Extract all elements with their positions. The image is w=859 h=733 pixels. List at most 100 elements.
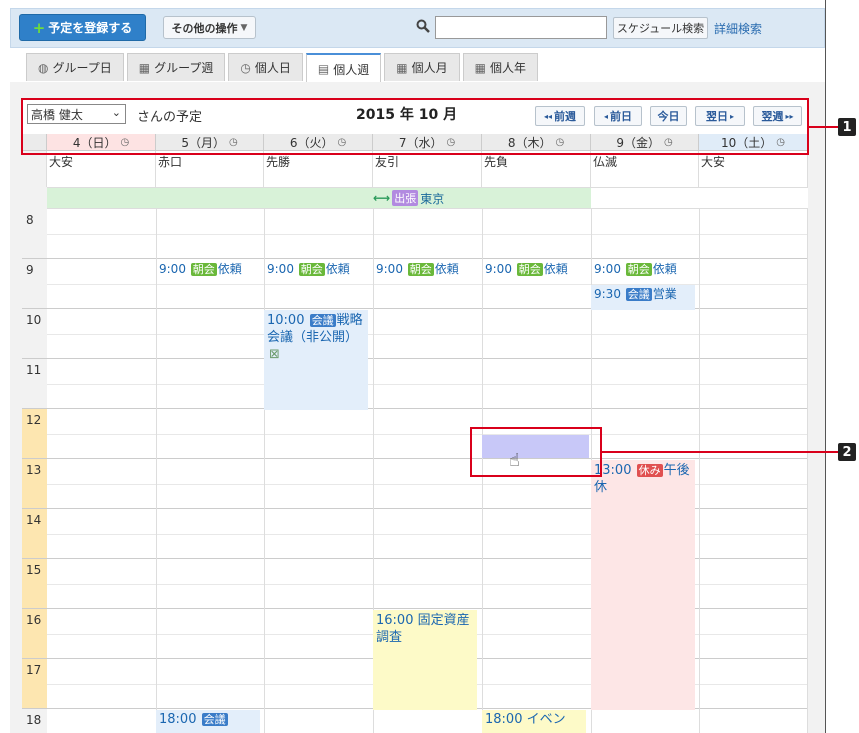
event-time: 9:00	[376, 262, 403, 276]
event-time: 18:00	[485, 712, 523, 727]
trip-tag: 出張	[392, 190, 419, 206]
day-column-line	[264, 209, 265, 733]
search-input[interactable]	[435, 16, 607, 39]
tab-personal-week[interactable]: ▤ 個人週	[305, 53, 382, 83]
tab-label: グループ週	[154, 61, 214, 75]
rokuyo-label: 先負	[482, 151, 591, 187]
event-time: 18:00	[159, 712, 197, 727]
event-text: イベン	[526, 712, 566, 727]
event-morning-meeting[interactable]: 9:00 朝会 依頼	[482, 260, 588, 277]
clock-icon: ◷	[240, 60, 251, 75]
hour-label: 8	[22, 209, 47, 259]
tab-personal-month[interactable]: ▦ 個人月	[384, 53, 460, 81]
half-hour-line	[47, 234, 808, 235]
event-sales-meeting[interactable]: 9:30 会議 営業	[591, 285, 695, 310]
callout-frame-1	[21, 98, 809, 155]
hour-label: 13	[22, 459, 47, 509]
week-grid: 4（日） ◷ 5（月） ◷ 6（火） ◷ 7（水） ◷ 8（木） ◷ 9（金） ◷ 10（土…	[22, 134, 808, 733]
event-morning-meeting[interactable]: 9:00 朝会 依頼	[156, 260, 262, 277]
tab-label: 個人月	[411, 61, 448, 75]
calendar-year-icon: ▦	[474, 60, 486, 75]
event-afternoon-off[interactable]: 13:00 休み 午後休	[591, 460, 695, 710]
tab-personal-day[interactable]: ◷ 個人日	[228, 53, 303, 81]
day-column-line	[807, 209, 808, 733]
day-column-line	[699, 209, 700, 733]
hour-label: 12	[22, 409, 47, 459]
personal-week-icon: ▤	[317, 62, 330, 76]
view-tabs: ◍ グループ日 ▦ グループ週 ◷ 個人日 ▤ 個人週 ▦ 個人月 ▦ 個人年	[26, 53, 541, 83]
hour-line	[47, 258, 808, 259]
event-time: 9:00	[159, 262, 186, 276]
event-tag: 会議	[309, 314, 336, 327]
schedule-search-button[interactable]: スケジュール検索	[613, 17, 708, 39]
rokuyo-label: 大安	[699, 151, 808, 187]
search-icon	[416, 19, 430, 33]
event-morning-meeting[interactable]: 9:00 朝会 依頼	[264, 260, 370, 277]
corner-cell	[22, 151, 47, 187]
private-icon: ⊠	[269, 347, 280, 362]
event-morning-meeting[interactable]: 9:00 朝会 依頼	[373, 260, 479, 277]
chevron-down-icon: ▼	[240, 22, 248, 33]
callout-badge-1: 1	[838, 118, 856, 136]
event-text: 依頼	[543, 262, 568, 276]
rokuyo-label: 友引	[373, 151, 482, 187]
callout-line-2	[602, 451, 838, 453]
tab-group-day[interactable]: ◍ グループ日	[26, 53, 124, 81]
trip-text: 東京	[420, 191, 445, 206]
event-time: 10:00	[267, 313, 305, 328]
event-tag: 朝会	[625, 263, 652, 276]
tab-label: 個人週	[333, 62, 370, 77]
double-arrow-icon: ⟷	[373, 191, 391, 205]
event-tag: 朝会	[407, 263, 434, 276]
other-ops-label: その他の操作	[171, 21, 238, 35]
rokuyo-label: 大安	[47, 151, 156, 187]
callout-badge-2: 2	[838, 443, 856, 461]
plus-icon: +	[32, 18, 46, 37]
hour-label: 10	[22, 309, 47, 359]
event-asset-survey[interactable]: 16:00 固定資産調査	[373, 610, 477, 710]
event-event[interactable]: 18:00 イベン	[482, 710, 586, 733]
event-text: 営業	[652, 287, 677, 301]
event-evening-meeting[interactable]: 18:00 会議	[156, 710, 260, 733]
event-tag: 朝会	[298, 263, 325, 276]
business-trip-event[interactable]: ⟷ 出張 東京	[47, 188, 591, 208]
event-time: 9:00	[267, 262, 294, 276]
event-tag: 休み	[636, 464, 663, 477]
event-tag: 会議	[625, 288, 652, 301]
hour-label: 18	[22, 709, 47, 733]
register-label: 予定を登録する	[48, 21, 133, 35]
tab-label: 個人日	[254, 61, 291, 75]
rokuyo-label: 赤口	[156, 151, 264, 187]
rokuyo-label: 仏滅	[591, 151, 699, 187]
half-hour-line	[47, 434, 808, 435]
callout-frame-2	[470, 427, 602, 477]
tab-personal-year[interactable]: ▦ 個人年	[462, 53, 538, 81]
other-operations-button[interactable]: その他の操作 ▼	[163, 16, 256, 39]
tab-label: 個人年	[489, 61, 526, 75]
event-text: 依頼	[652, 262, 677, 276]
event-tag: 朝会	[516, 263, 543, 276]
event-time: 9:00	[594, 262, 621, 276]
event-tag: 会議	[201, 713, 228, 726]
calendar-month-icon: ▦	[396, 60, 408, 75]
hour-line	[47, 458, 808, 459]
event-time: 9:00	[485, 262, 512, 276]
event-text: 依頼	[217, 262, 242, 276]
hand-pointer-icon: ☝	[509, 450, 520, 471]
hour-label: 16	[22, 609, 47, 659]
event-morning-meeting[interactable]: 9:00 朝会 依頼	[591, 260, 695, 277]
detail-search-link[interactable]: 詳細検索	[714, 20, 762, 37]
callout-line-1	[809, 126, 838, 128]
hour-label: 15	[22, 559, 47, 609]
hour-label: 11	[22, 359, 47, 409]
allday-label-cell	[22, 187, 47, 210]
group-day-icon: ◍	[38, 60, 49, 75]
tab-group-week[interactable]: ▦ グループ週	[126, 53, 226, 81]
hour-line	[47, 408, 808, 409]
register-schedule-button[interactable]: + 予定を登録する	[19, 14, 146, 41]
event-strategy-meeting[interactable]: 10:00 会議 戦略会議（非公開）⊠	[264, 310, 368, 410]
rokuyo-label: 先勝	[264, 151, 373, 187]
event-tag: 朝会	[190, 263, 217, 276]
hour-label: 17	[22, 659, 47, 709]
group-week-icon: ▦	[138, 60, 151, 75]
